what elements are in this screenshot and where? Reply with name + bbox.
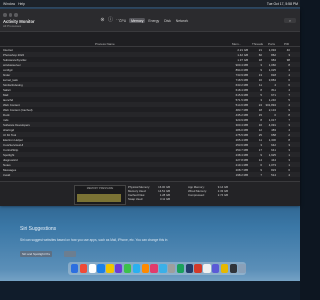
dock-app-icon[interactable]	[123, 264, 132, 273]
dock-app-icon[interactable]	[88, 264, 97, 273]
stop-process-icon[interactable]: ⊗	[100, 18, 105, 23]
tab-energy[interactable]: Energy	[146, 18, 161, 23]
process-table: Internet 2.21 GB 21 1,094 40 Photoshop 2022 1.…	[0, 47, 300, 177]
window-subtitle: All Processes	[3, 24, 22, 28]
dock-app-icon[interactable]	[79, 264, 88, 273]
memory-stat-label: Compressed:	[188, 193, 205, 197]
memory-stat: Compressed: 2.74 GB	[188, 193, 228, 197]
memory-pressure-bar	[77, 194, 121, 202]
dock-app-icon[interactable]	[150, 264, 158, 273]
activity-monitor-window: Activity Monitor All Processes ⊗ ⓘ ⋯ CPU…	[0, 9, 300, 206]
memory-stat-label: Swap Used:	[128, 197, 144, 201]
dock-app-icon[interactable]	[194, 264, 202, 273]
dock-app-icon[interactable]	[203, 264, 211, 273]
minimize-button[interactable]	[8, 13, 12, 17]
dock-app-icon[interactable]	[167, 264, 176, 273]
activity-monitor-toolbar: Activity Monitor All Processes ⊗ ⓘ ⋯ CPU…	[0, 9, 300, 32]
dock-app-icon[interactable]	[220, 264, 229, 273]
menu-window[interactable]: Window	[3, 2, 15, 6]
memory-summary-panel: MEMORY PRESSURE Physical Memory: 16.00 GB…	[0, 181, 300, 206]
memory-stat: Swap Used: 3.11 GB	[128, 197, 170, 201]
memory-pressure-graph: MEMORY PRESSURE	[74, 185, 126, 205]
dock-app-icon[interactable]	[97, 264, 105, 273]
table-row[interactable]: trustd 198.2 MB 7 514 4	[0, 172, 300, 177]
memory-stat-value: 2.74 GB	[217, 193, 228, 197]
dock-app-icon[interactable]	[238, 264, 246, 273]
menubar-status: Tue Oct 17, 5:58 PM	[264, 0, 298, 7]
dock-app-icon[interactable]	[212, 264, 220, 273]
memory-stat-value: 3.11 GB	[159, 197, 170, 201]
memory-stats-left: Physical Memory: 16.00 GB Memory Used: 14.5…	[128, 185, 170, 201]
tab-disk[interactable]: Disk	[162, 18, 173, 23]
siri-suggestions-heading: Siri Suggestions	[20, 226, 57, 232]
ports-cell: 514	[271, 173, 276, 177]
siri-preferences-button[interactable]: Siri and Spotlight Pre	[20, 251, 53, 257]
close-button[interactable]	[3, 13, 7, 17]
column-threads[interactable]: Threads	[252, 42, 263, 46]
search-icon[interactable]: ⌕	[284, 18, 296, 23]
menubar-clock[interactable]: Tue Oct 17, 5:58 PM	[267, 2, 298, 6]
dock	[68, 262, 246, 275]
threads-cell: 7	[260, 173, 262, 177]
window-controls	[3, 13, 18, 17]
dock-app-icon[interactable]	[229, 264, 238, 273]
info-icon[interactable]: ⓘ	[108, 18, 113, 23]
column-process-name[interactable]: Process Name	[95, 42, 115, 46]
dock-app-icon[interactable]	[106, 264, 114, 273]
dock-app-icon[interactable]	[115, 264, 123, 273]
dock-app-icon[interactable]	[159, 264, 167, 273]
bottom-strip	[0, 281, 300, 300]
tab-memory[interactable]: Memory	[129, 18, 146, 23]
dock-app-icon[interactable]	[141, 264, 149, 273]
dock-app-icon[interactable]	[176, 264, 185, 273]
column-ports[interactable]: Ports	[268, 42, 275, 46]
tab-cpu[interactable]: CPU	[117, 18, 128, 23]
secondary-button[interactable]	[64, 251, 76, 257]
pid-cell: 4	[288, 173, 290, 177]
memory-pressure-label: MEMORY PRESSURE	[86, 187, 114, 190]
column-memory[interactable]: Mem...	[232, 42, 241, 46]
memory-stats-right: App Memory: 9.14 GB Wired Memory: 2.33 GB Co…	[188, 185, 228, 197]
memory-cell: 198.2 MB	[235, 173, 248, 177]
menu-bar: Window Help Tue Oct 17, 5:58 PM	[0, 0, 300, 7]
tab-network[interactable]: Network	[174, 18, 190, 23]
dock-app-icon[interactable]	[132, 264, 141, 273]
column-pid[interactable]: PID	[284, 42, 289, 46]
dock-app-icon[interactable]	[71, 264, 79, 273]
zoom-button[interactable]	[14, 13, 18, 17]
menu-help[interactable]: Help	[18, 2, 25, 6]
siri-suggestions-description: Siri can suggest websites based on how y…	[20, 238, 168, 242]
process-name-cell: trustd	[3, 173, 11, 177]
dock-app-icon[interactable]	[185, 264, 193, 273]
category-tabs: CPU Memory Energy Disk Network	[117, 18, 190, 23]
